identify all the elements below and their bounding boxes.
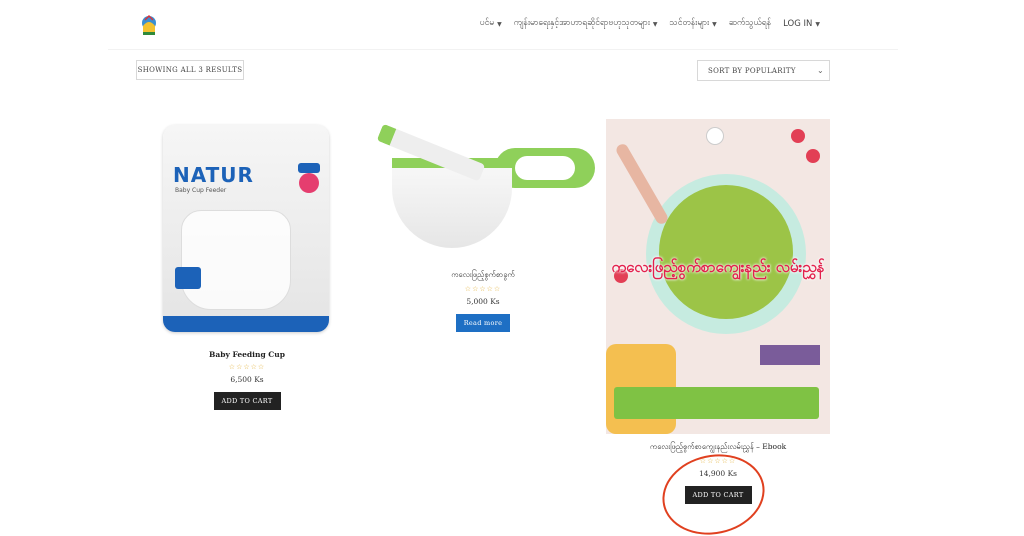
product-price: 6,500 Ks xyxy=(230,375,264,384)
star-rating: ☆☆☆☆☆ xyxy=(464,285,502,293)
product-price: 5,000 Ks xyxy=(466,297,500,306)
natur-brand-text: NATUR xyxy=(173,163,254,187)
product-title[interactable]: Baby Feeding Cup xyxy=(166,350,328,359)
product-title[interactable]: ကလေးဖြည့်စွက်စာကျွေးနည်းလမ်းညွှန် – Eboo… xyxy=(608,442,828,453)
description-bar xyxy=(614,387,819,419)
natur-subtitle: Baby Cup Feeder xyxy=(175,187,227,194)
puree-illustration xyxy=(659,185,793,319)
sort-selected-label: SORT BY POPULARITY xyxy=(708,66,796,75)
product-image-ebook-cover[interactable]: ကလေးဖြည့်စွက်စာကျွေးနည်း လမ်းညွှန် xyxy=(606,119,830,434)
nav-item-login[interactable]: LOG IN ▼ xyxy=(783,18,820,30)
nav-item-label: ကျန်းမာရေးနှင့်အာဟာရဆိုင်ရာဗဟုသုတများ xyxy=(513,18,650,28)
nav-item-label: သင်တန်းများ xyxy=(669,18,710,28)
spoon-illustration xyxy=(614,142,670,226)
chevron-down-icon: ▼ xyxy=(652,20,658,28)
cup-illustration xyxy=(181,210,291,310)
nav-item-contact[interactable]: ဆက်သွယ်ရန် xyxy=(729,18,771,30)
star-rating: ☆☆☆☆☆ xyxy=(228,363,266,371)
bpa-free-badge xyxy=(298,163,320,173)
berry-illustration xyxy=(791,129,805,143)
chevron-down-icon: ⌄ xyxy=(816,66,824,75)
product-image-feeding-bowl[interactable] xyxy=(370,118,595,263)
read-more-button[interactable]: Read more xyxy=(455,314,511,332)
ebook-logo-icon xyxy=(706,127,724,145)
berry-illustration xyxy=(806,149,820,163)
bowl-handle-hole xyxy=(515,156,575,180)
site-header: ပင်မ ▼ ကျန်းမာရေးနှင့်အာဟာရဆိုင်ရာဗဟုသုတ… xyxy=(108,0,898,50)
package-strip xyxy=(163,316,329,332)
chevron-down-icon: ▼ xyxy=(815,20,820,28)
nav-item-label: LOG IN xyxy=(783,19,813,29)
sort-select[interactable]: SORT BY POPULARITY ⌄ xyxy=(697,60,830,81)
package-tag xyxy=(175,267,201,289)
nav-item-label: ပင်မ xyxy=(479,18,495,28)
product-card-feeding-bowl: ကလေးဖြည့်စွက်စာခွက် ☆☆☆☆☆ 5,000 Ks Read … xyxy=(383,270,583,332)
chevron-down-icon: ▼ xyxy=(712,20,717,28)
author-label-bar xyxy=(760,345,820,365)
product-card-baby-cup: Baby Feeding Cup ☆☆☆☆☆ 6,500 Ks ADD TO C… xyxy=(166,350,328,410)
nav-item-health-nutrition[interactable]: ကျန်းမာရေးနှင့်အာဟာရဆိုင်ရာဗဟုသုတများ ▼ xyxy=(514,18,658,30)
nav-item-courses[interactable]: သင်တန်းများ ▼ xyxy=(670,18,717,30)
product-title[interactable]: ကလေးဖြည့်စွက်စာခွက် xyxy=(383,270,583,281)
chevron-down-icon: ▼ xyxy=(497,20,502,28)
bowl-illustration xyxy=(392,158,512,248)
nav-item-home[interactable]: ပင်မ ▼ xyxy=(480,18,502,30)
age-badge xyxy=(299,173,319,193)
main-nav: ပင်မ ▼ ကျန်းမာရေးနှင့်အာဟာရဆိုင်ရာဗဟုသုတ… xyxy=(480,18,820,30)
ebook-cover-title: ကလေးဖြည့်စွက်စာကျွေးနည်း လမ်းညွှန် xyxy=(611,258,825,276)
add-to-cart-button[interactable]: ADD TO CART xyxy=(213,392,281,410)
nav-item-label: ဆက်သွယ်ရန် xyxy=(728,18,772,28)
site-logo-icon[interactable] xyxy=(140,14,158,36)
result-count: SHOWING ALL 3 RESULTS xyxy=(136,60,244,80)
product-image-baby-cup[interactable]: NATUR Baby Cup Feeder xyxy=(163,125,329,332)
